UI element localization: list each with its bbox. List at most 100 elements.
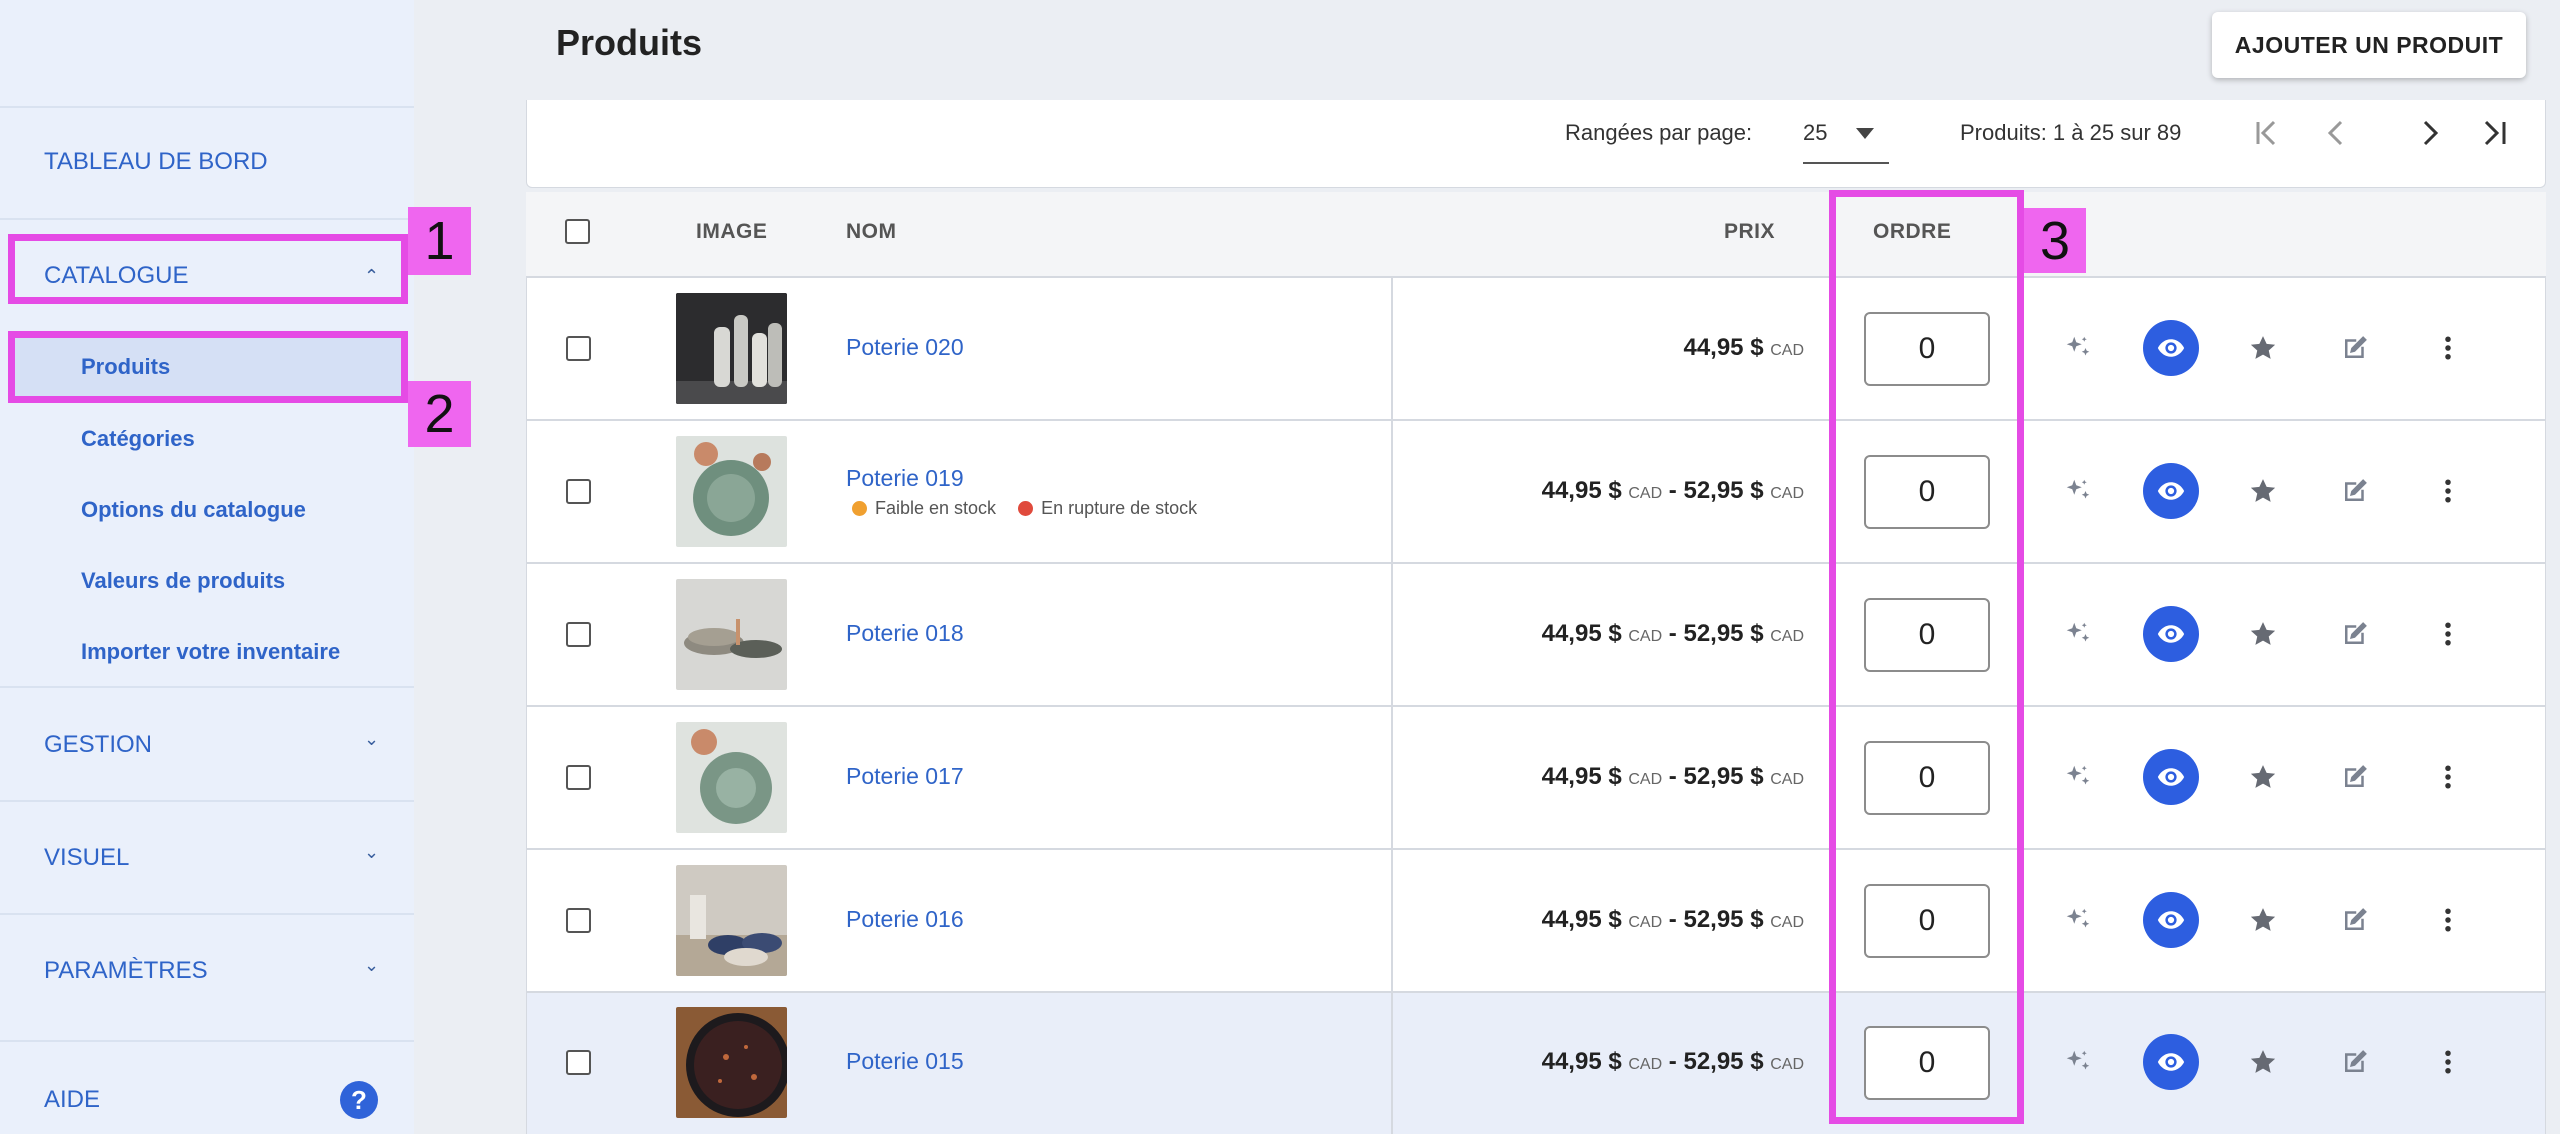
rows-per-page-label: Rangées par page:: [1565, 120, 1753, 145]
eye-icon[interactable]: [2143, 320, 2199, 376]
more-vertical-icon[interactable]: [2431, 1045, 2465, 1079]
star-icon[interactable]: [2246, 903, 2280, 937]
more-vertical-icon[interactable]: [2431, 331, 2465, 365]
header-name[interactable]: NOM: [846, 220, 897, 244]
help-icon[interactable]: ?: [340, 1081, 378, 1119]
first-page-icon[interactable]: [2252, 118, 2282, 148]
currency-label: CAD: [1628, 771, 1663, 788]
annotation-label-3: 3: [2024, 208, 2086, 273]
product-thumbnail[interactable]: [676, 579, 787, 690]
add-product-button[interactable]: AJOUTER UN PRODUIT: [2212, 12, 2526, 78]
sidebar-divider: [0, 106, 414, 108]
row-checkbox[interactable]: [566, 622, 591, 647]
table-row[interactable]: [527, 993, 2545, 1134]
select-all-checkbox[interactable]: [565, 219, 590, 244]
price-value: 44,95 $: [1541, 620, 1622, 647]
edit-icon[interactable]: [2338, 331, 2372, 365]
table-row[interactable]: [527, 421, 2545, 564]
pagination-info: Produits: 1 à 25 sur 89: [1960, 120, 2182, 145]
sidebar-item-parametres[interactable]: PARAMÈTRES: [44, 957, 208, 985]
eye-icon[interactable]: [2143, 606, 2199, 662]
more-vertical-icon[interactable]: [2431, 903, 2465, 937]
star-icon[interactable]: [2246, 1045, 2280, 1079]
sidebar-item-product-values[interactable]: Valeurs de produits: [81, 568, 285, 594]
chevron-down-icon[interactable]: ⌄: [364, 955, 379, 976]
header-image: IMAGE: [696, 220, 768, 243]
star-icon[interactable]: [2246, 617, 2280, 651]
price-value: 44,95 $: [1541, 906, 1622, 933]
product-thumbnail[interactable]: [676, 1007, 787, 1118]
sidebar-item-import-inventory[interactable]: Importer votre inventaire: [81, 639, 340, 665]
table-row[interactable]: [527, 707, 2545, 850]
sparkle-icon[interactable]: [2061, 1045, 2095, 1079]
edit-icon[interactable]: [2338, 903, 2372, 937]
more-vertical-icon[interactable]: [2431, 760, 2465, 794]
sidebar-item-catalogue-options[interactable]: Options du catalogue: [81, 497, 306, 523]
product-name-link[interactable]: Poterie 016: [846, 906, 964, 933]
star-icon[interactable]: [2246, 760, 2280, 794]
eye-icon[interactable]: [2143, 892, 2199, 948]
price-separator: -: [1662, 477, 1684, 504]
eye-icon[interactable]: [2143, 1034, 2199, 1090]
star-icon[interactable]: [2246, 474, 2280, 508]
price-value: 44,95 $: [1683, 334, 1764, 361]
product-thumbnail[interactable]: [676, 722, 787, 833]
out-of-stock-dot-icon: [1018, 501, 1034, 516]
rows-per-page-select[interactable]: 25: [1803, 120, 1827, 146]
row-checkbox[interactable]: [566, 908, 591, 933]
select-underline: [1803, 162, 1889, 164]
row-checkbox[interactable]: [566, 765, 591, 790]
product-name-link[interactable]: Poterie 017: [846, 763, 964, 790]
more-vertical-icon[interactable]: [2431, 617, 2465, 651]
product-name-link[interactable]: Poterie 020: [846, 334, 964, 361]
sidebar-item-aide[interactable]: AIDE: [44, 1086, 100, 1114]
header-price[interactable]: PRIX: [1724, 220, 1775, 244]
sidebar-item-gestion[interactable]: GESTION: [44, 731, 152, 759]
star-icon[interactable]: [2246, 331, 2280, 365]
row-checkbox[interactable]: [566, 336, 591, 361]
product-thumbnail[interactable]: [676, 293, 787, 404]
table-row[interactable]: [527, 850, 2545, 993]
annotation-box-1: [8, 234, 408, 304]
chevron-down-icon[interactable]: ⌄: [364, 842, 379, 863]
price-value: 52,95 $: [1683, 1048, 1764, 1075]
product-name-link[interactable]: Poterie 019: [846, 465, 964, 492]
sidebar-item-visuel[interactable]: VISUEL: [44, 844, 129, 872]
sparkle-icon[interactable]: [2061, 331, 2095, 365]
product-thumbnail[interactable]: [676, 436, 787, 547]
table-row[interactable]: [527, 278, 2545, 421]
edit-icon[interactable]: [2338, 1045, 2372, 1079]
currency-label: CAD: [1628, 1056, 1663, 1073]
currency-label: CAD: [1628, 914, 1663, 931]
edit-icon[interactable]: [2338, 474, 2372, 508]
product-name-link[interactable]: Poterie 015: [846, 1048, 964, 1075]
more-vertical-icon[interactable]: [2431, 474, 2465, 508]
row-checkbox[interactable]: [566, 1050, 591, 1075]
sparkle-icon[interactable]: [2061, 617, 2095, 651]
stacked-bowls-image: [676, 865, 787, 976]
sparkle-icon[interactable]: [2061, 474, 2095, 508]
sidebar-item-categories[interactable]: Catégories: [81, 426, 195, 452]
product-price: 44,95 $ CAD - 52,95 $ CAD: [1542, 620, 1804, 648]
product-name-link[interactable]: Poterie 018: [846, 620, 964, 647]
next-page-icon[interactable]: [2414, 118, 2444, 148]
edit-icon[interactable]: [2338, 760, 2372, 794]
table-row[interactable]: [527, 564, 2545, 707]
sparkle-icon[interactable]: [2061, 903, 2095, 937]
edit-icon[interactable]: [2338, 617, 2372, 651]
last-page-icon[interactable]: [2480, 118, 2510, 148]
price-value: 52,95 $: [1683, 477, 1764, 504]
chevron-down-icon[interactable]: ⌄: [364, 729, 379, 750]
product-thumbnail[interactable]: [676, 865, 787, 976]
sparkle-icon[interactable]: [2061, 760, 2095, 794]
product-price: 44,95 $ CAD - 52,95 $ CAD: [1542, 477, 1804, 505]
caret-down-icon[interactable]: [1856, 128, 1874, 139]
price-value: 52,95 $: [1683, 906, 1764, 933]
sidebar-item-dashboard[interactable]: TABLEAU DE BORD: [44, 148, 268, 176]
eye-icon[interactable]: [2143, 749, 2199, 805]
previous-page-icon[interactable]: [2322, 118, 2352, 148]
row-checkbox[interactable]: [566, 479, 591, 504]
vases-image: [676, 293, 787, 404]
eye-icon[interactable]: [2143, 463, 2199, 519]
price-value: 44,95 $: [1541, 1048, 1622, 1075]
